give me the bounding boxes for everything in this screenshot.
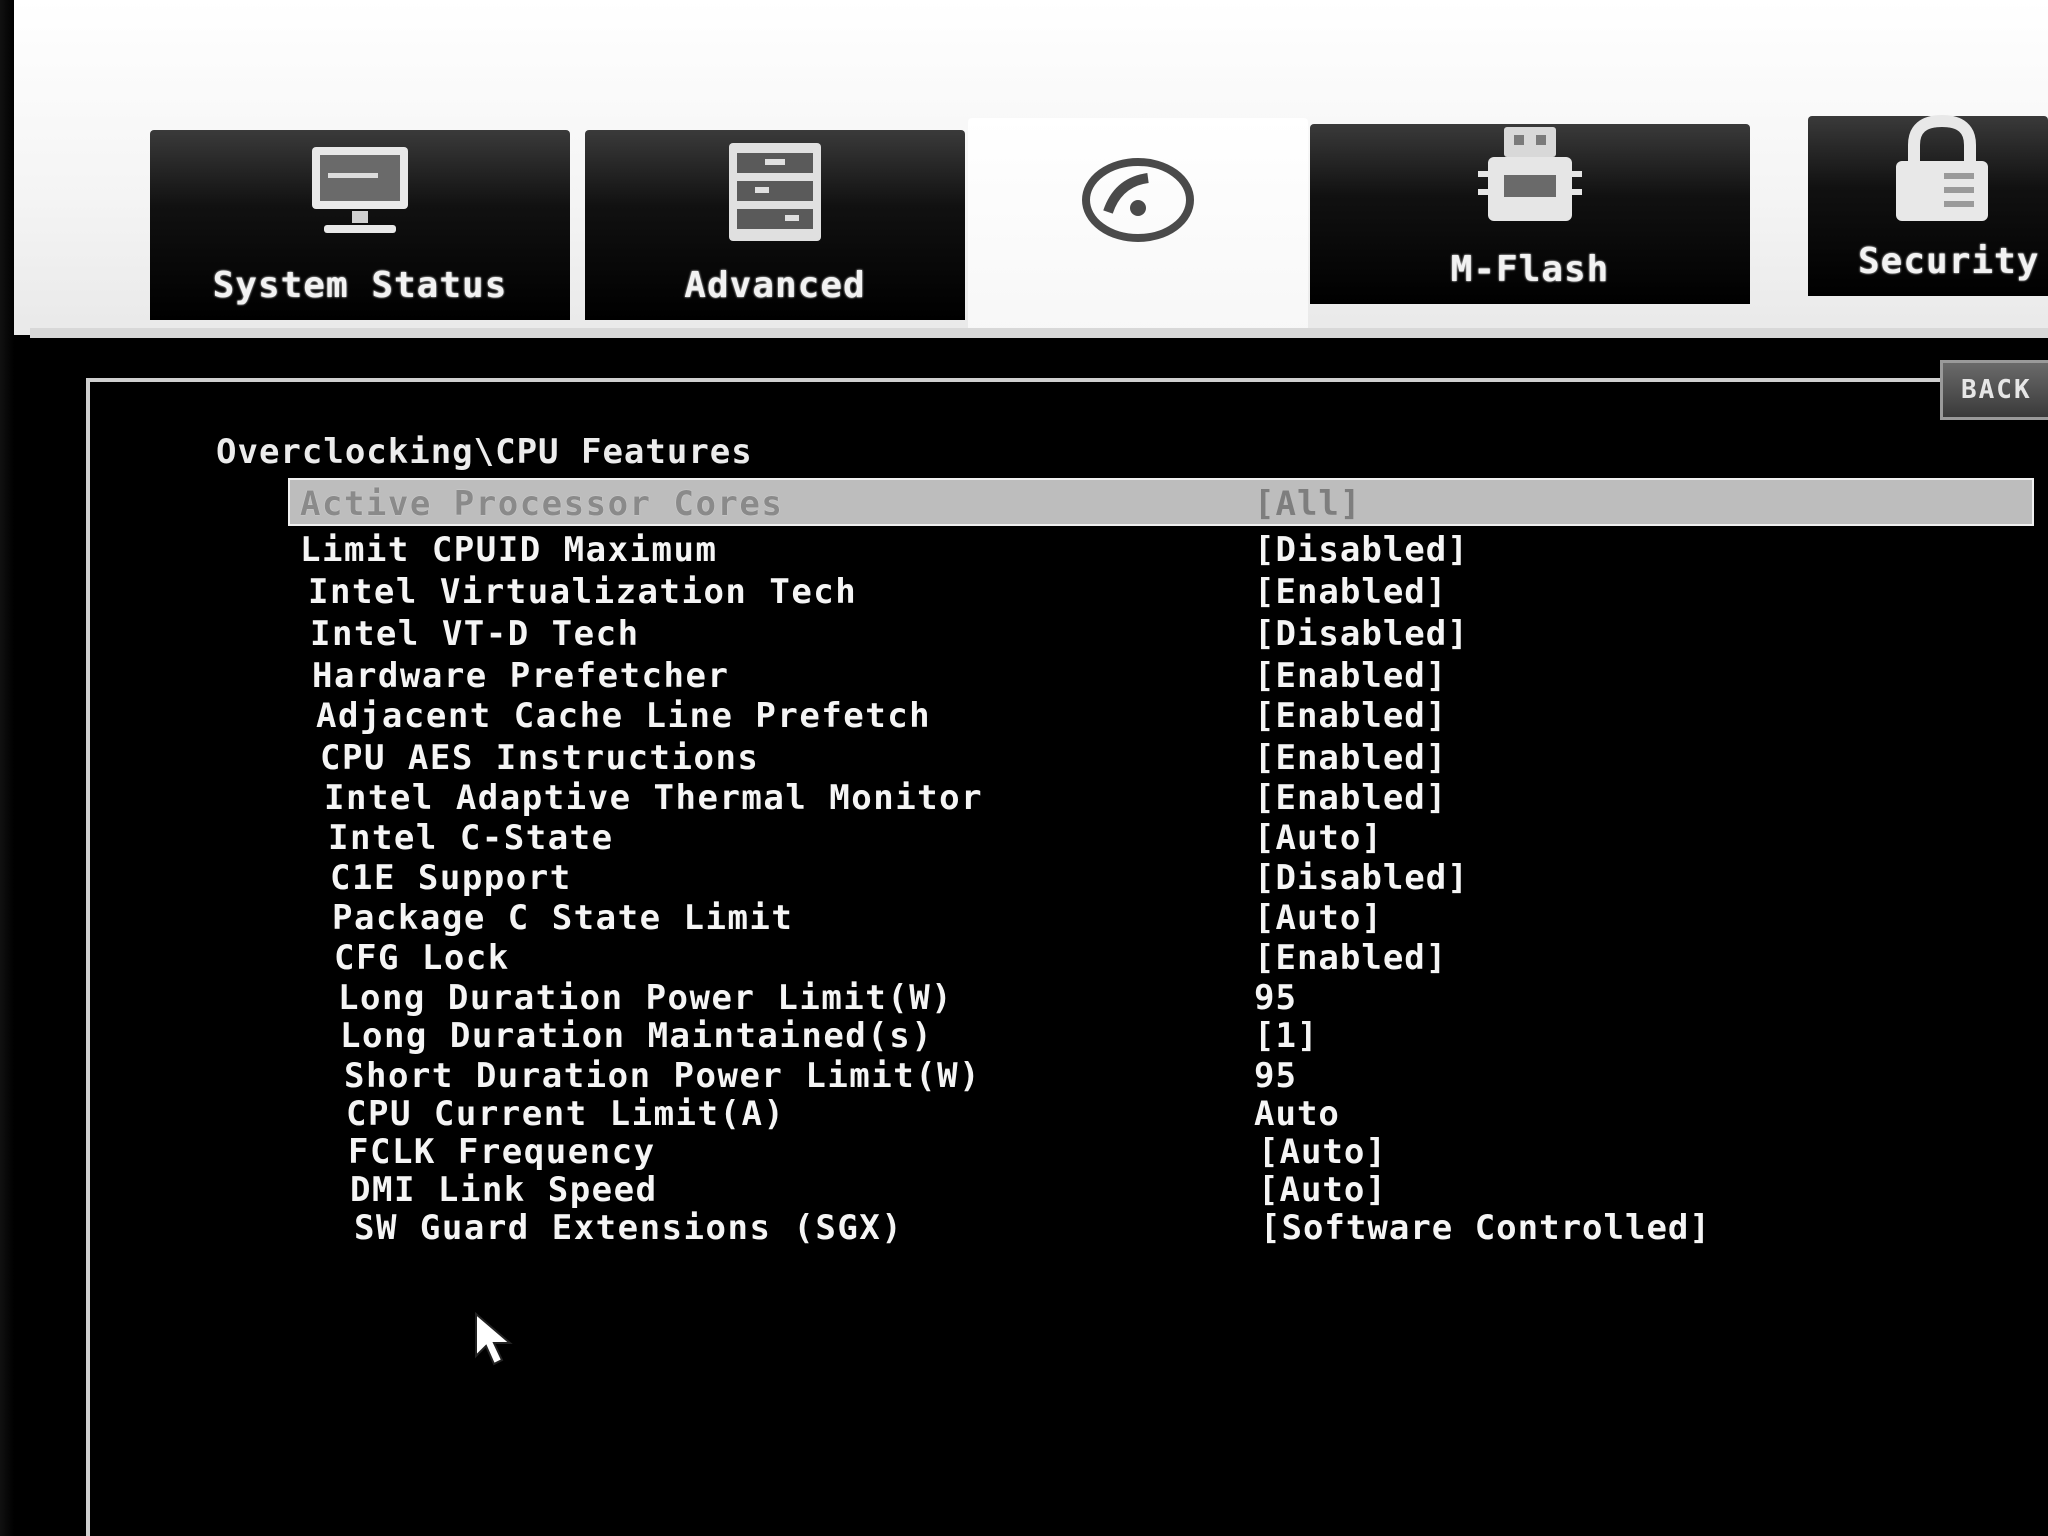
setting-label: Short Duration Power Limit(W) (344, 1056, 982, 1096)
setting-label: CPU AES Instructions (320, 738, 760, 778)
setting-label: DMI Link Speed (350, 1170, 658, 1210)
setting-intel-vt-d-tech[interactable]: Intel VT-D Tech [Disabled] (300, 614, 2020, 654)
setting-label: Hardware Prefetcher (312, 656, 730, 696)
mouse-pointer-icon (472, 1311, 518, 1366)
setting-adjacent-cache-line-prefetch[interactable]: Adjacent Cache Line Prefetch [Enabled] (300, 696, 2020, 736)
setting-value[interactable]: [Software Controlled] (1260, 1208, 1711, 1248)
setting-label: Long Duration Maintained(s) (340, 1016, 934, 1056)
setting-value[interactable]: [Enabled] (1254, 738, 1447, 778)
back-button[interactable]: BACK (1940, 360, 2048, 420)
setting-value[interactable]: [Enabled] (1254, 696, 1447, 736)
tab-advanced[interactable]: Advanced (585, 130, 965, 320)
setting-cpu-current-limit[interactable]: CPU Current Limit(A) Auto (300, 1094, 2020, 1134)
setting-label: Long Duration Power Limit(W) (338, 978, 954, 1018)
header-divider (30, 328, 2048, 338)
setting-value[interactable]: [All] (1254, 484, 1361, 524)
setting-label: SW Guard Extensions (SGX) (354, 1208, 904, 1248)
tab-label: Security (1858, 241, 2040, 282)
bios-screen: System Status Advanced M-Flash Security … (0, 0, 2048, 1536)
setting-label: C1E Support (330, 858, 572, 898)
setting-label: Intel C-State (328, 818, 614, 858)
tab-label: M-Flash (1450, 249, 1610, 290)
setting-package-c-state-limit[interactable]: Package C State Limit [Auto] (300, 898, 2020, 938)
setting-cpu-aes-instructions[interactable]: CPU AES Instructions [Enabled] (300, 738, 2020, 778)
tab-label: System Status (212, 265, 508, 306)
setting-value[interactable]: [Enabled] (1254, 656, 1447, 696)
setting-label: CPU Current Limit(A) (346, 1094, 786, 1134)
setting-label: CFG Lock (334, 938, 510, 978)
setting-label: Intel Adaptive Thermal Monitor (324, 778, 984, 818)
setting-value[interactable]: [Enabled] (1254, 572, 1447, 612)
setting-cfg-lock[interactable]: CFG Lock [Enabled] (300, 938, 2020, 978)
setting-long-duration-maintained[interactable]: Long Duration Maintained(s) [1] (300, 1016, 2020, 1056)
setting-dmi-link-speed[interactable]: DMI Link Speed [Auto] (300, 1170, 2020, 1210)
setting-limit-cpuid-maximum[interactable]: Limit CPUID Maximum [Disabled] (300, 530, 2020, 570)
tab-m-flash[interactable]: M-Flash (1310, 124, 1750, 304)
setting-value[interactable]: [Disabled] (1254, 614, 1469, 654)
speedometer-icon (1078, 142, 1198, 252)
setting-label: Intel Virtualization Tech (308, 572, 858, 612)
setting-value[interactable]: [Disabled] (1254, 858, 1469, 898)
setting-label: FCLK Frequency (348, 1132, 656, 1172)
setting-value[interactable]: [Auto] (1254, 818, 1383, 858)
setting-value[interactable]: [Auto] (1254, 898, 1383, 938)
setting-value[interactable]: Auto (1254, 1094, 1340, 1134)
setting-intel-virtualization-tech[interactable]: Intel Virtualization Tech [Enabled] (300, 572, 2020, 612)
setting-value[interactable]: [Disabled] (1254, 530, 1469, 570)
tab-security[interactable]: Security (1808, 115, 2048, 296)
setting-label: Limit CPUID Maximum (300, 530, 718, 570)
lock-icon (1882, 115, 2002, 225)
setting-c1e-support[interactable]: C1E Support [Disabled] (300, 858, 2020, 898)
setting-value[interactable]: [Enabled] (1254, 938, 1447, 978)
tab-label: Advanced (684, 265, 866, 306)
setting-intel-adaptive-thermal-monitor[interactable]: Intel Adaptive Thermal Monitor [Enabled] (300, 778, 2020, 818)
setting-value[interactable]: [Auto] (1258, 1170, 1387, 1210)
flash-drive-icon (1470, 123, 1590, 233)
setting-value[interactable]: [1] (1254, 1016, 1318, 1056)
setting-label: Adjacent Cache Line Prefetch (316, 696, 932, 736)
breadcrumb: Overclocking\CPU Features (216, 432, 753, 472)
monitor-icon (300, 139, 420, 249)
setting-value[interactable]: [Enabled] (1254, 778, 1447, 818)
bezel-edge (0, 0, 14, 1536)
setting-hardware-prefetcher[interactable]: Hardware Prefetcher [Enabled] (300, 656, 2020, 696)
setting-short-duration-power-limit[interactable]: Short Duration Power Limit(W) 95 (300, 1056, 2020, 1096)
setting-value[interactable]: 95 (1254, 1056, 1297, 1096)
setting-value[interactable]: [Auto] (1258, 1132, 1387, 1172)
setting-intel-c-state[interactable]: Intel C-State [Auto] (300, 818, 2020, 858)
setting-value[interactable]: 95 (1254, 978, 1297, 1018)
setting-long-duration-power-limit[interactable]: Long Duration Power Limit(W) 95 (300, 978, 2020, 1018)
setting-label: Active Processor Cores (300, 484, 784, 524)
setting-label: Package C State Limit (332, 898, 794, 938)
setting-sw-guard-extensions[interactable]: SW Guard Extensions (SGX) [Software Cont… (300, 1208, 2020, 1248)
tab-overclocking[interactable] (968, 118, 1308, 336)
cabinet-icon (715, 139, 835, 249)
setting-fclk-frequency[interactable]: FCLK Frequency [Auto] (300, 1132, 2020, 1172)
setting-active-processor-cores[interactable]: Active Processor Cores [All] (300, 484, 2020, 524)
setting-label: Intel VT-D Tech (310, 614, 640, 654)
tab-system-status[interactable]: System Status (150, 130, 570, 320)
